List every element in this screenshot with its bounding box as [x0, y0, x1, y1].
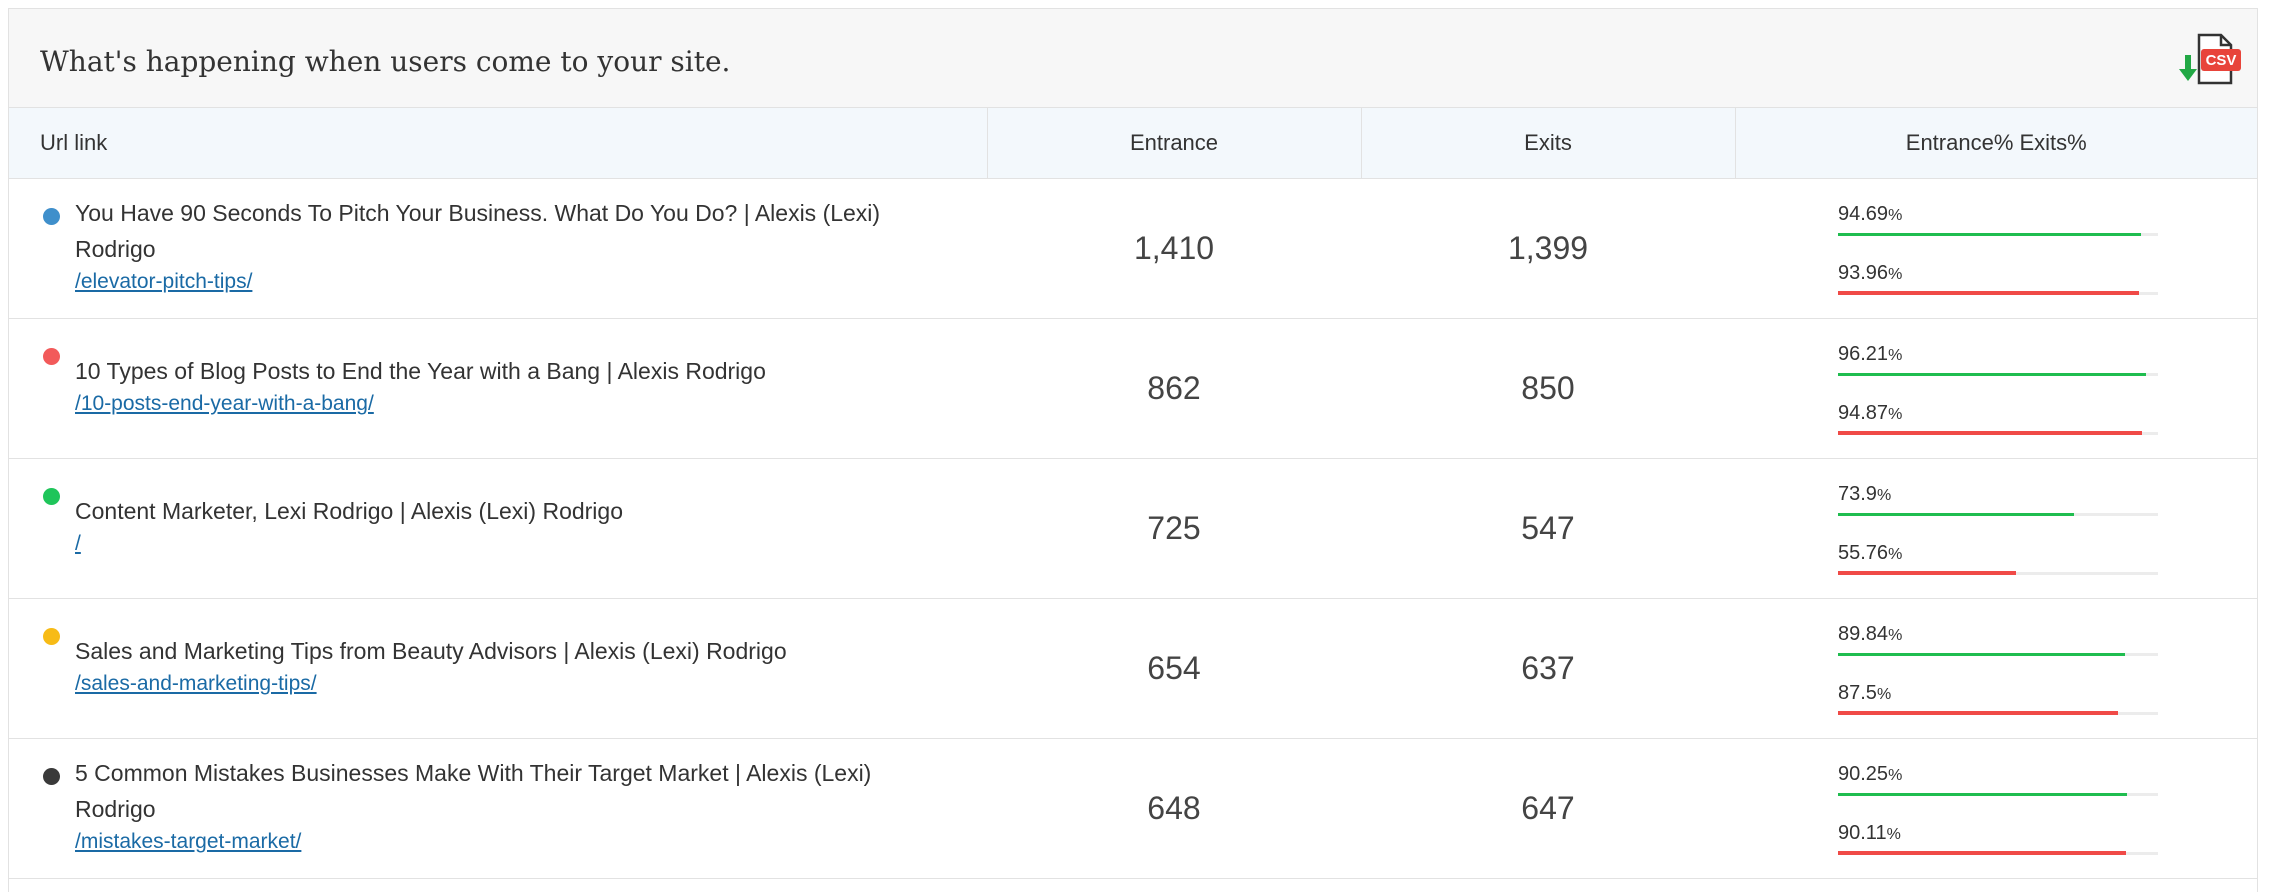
entrance-pct-bar: [1838, 373, 2158, 376]
entrance-pct-label: 90.25%: [1838, 763, 1903, 785]
col-header-pct[interactable]: Entrance% Exits%: [1735, 108, 2257, 179]
exits-pct-fill: [1838, 291, 2139, 295]
csv-download-icon: CSV: [2179, 33, 2241, 85]
page-title: You Have 90 Seconds To Pitch Your Busine…: [75, 200, 881, 262]
pct-symbol: %: [1888, 347, 1903, 364]
exits-pct-fill: [1838, 851, 2127, 855]
url-cell: 10 Types of Blog Posts to End the Year w…: [9, 318, 987, 459]
entrance-pct-fill: [1838, 653, 2126, 656]
exits-pct-fill: [1838, 571, 2017, 575]
page-link[interactable]: /: [75, 529, 81, 559]
pct-cell: 94.69% 93.96%: [1735, 178, 2257, 319]
pages-table: Url link Entrance Exits Entrance% Exits%…: [9, 108, 2257, 879]
pct-cell: 73.9% 55.76%: [1735, 458, 2257, 599]
table-row: 5 Common Mistakes Businesses Make With T…: [9, 738, 2257, 879]
exits-value: 637: [1361, 598, 1735, 739]
pct-symbol: %: [1888, 266, 1903, 283]
row-color-dot: [43, 207, 60, 225]
col-header-exits[interactable]: Exits: [1361, 108, 1736, 179]
pct-symbol: %: [1888, 767, 1903, 784]
entrance-value: 725: [987, 458, 1361, 599]
table-row: 10 Types of Blog Posts to End the Year w…: [9, 318, 2257, 459]
entrance-pct-bar: [1838, 513, 2158, 516]
entrance-pct-label: 89.84%: [1838, 623, 1903, 645]
exits-value: 647: [1361, 738, 1735, 879]
entrance-pct-fill: [1838, 233, 2141, 236]
entrance-value: 1,410: [987, 178, 1361, 319]
top-pages-panel: What's happening when users come to your…: [8, 8, 2258, 892]
exits-pct-bar: [1838, 431, 2158, 435]
row-color-dot: [43, 347, 60, 365]
exits-pct-label: 94.87%: [1838, 402, 1903, 424]
panel-header: What's happening when users come to your…: [9, 9, 2257, 108]
csv-download-button[interactable]: CSV: [2175, 29, 2247, 89]
pct-symbol: %: [1888, 627, 1903, 644]
row-color-dot: [43, 627, 60, 645]
pct-symbol: %: [1876, 686, 1892, 703]
col-header-entrance[interactable]: Entrance: [987, 108, 1362, 179]
page-title: Content Marketer, Lexi Rodrigo | Alexis …: [75, 498, 624, 524]
page-title: Sales and Marketing Tips from Beauty Adv…: [75, 638, 787, 664]
page-title: 5 Common Mistakes Businesses Make With T…: [75, 760, 872, 822]
row-color-dot: [43, 767, 60, 785]
exits-value: 547: [1361, 458, 1735, 599]
exits-value: 850: [1361, 318, 1735, 459]
url-cell: You Have 90 Seconds To Pitch Your Busine…: [9, 178, 987, 319]
pct-symbol: %: [1888, 546, 1903, 563]
entrance-pct-label: 96.21%: [1838, 343, 1903, 365]
pct-symbol: %: [1888, 207, 1903, 224]
exits-pct-bar: [1838, 571, 2158, 575]
table-row: Sales and Marketing Tips from Beauty Adv…: [9, 598, 2257, 739]
url-cell: Sales and Marketing Tips from Beauty Adv…: [9, 598, 987, 739]
entrance-pct-label: 73.9%: [1838, 483, 1892, 505]
table-row: You Have 90 Seconds To Pitch Your Busine…: [9, 178, 2257, 319]
exits-pct-label: 90.11%: [1838, 822, 1901, 844]
page-link[interactable]: /10-posts-end-year-with-a-bang/: [75, 389, 374, 419]
url-cell: Content Marketer, Lexi Rodrigo | Alexis …: [9, 458, 987, 599]
entrance-pct-bar: [1838, 653, 2158, 656]
exits-pct-fill: [1838, 711, 2118, 715]
pct-symbol: %: [1876, 487, 1892, 504]
col-header-url[interactable]: Url link: [9, 108, 988, 179]
entrance-pct-fill: [1838, 373, 2146, 376]
exits-pct-fill: [1838, 431, 2142, 435]
exits-value: 1,399: [1361, 178, 1735, 319]
url-cell: 5 Common Mistakes Businesses Make With T…: [9, 738, 987, 879]
entrance-pct-fill: [1838, 513, 2075, 516]
entrance-pct-bar: [1838, 233, 2158, 236]
pct-symbol: %: [1886, 826, 1901, 843]
exits-pct-label: 93.96%: [1838, 262, 1903, 284]
page-link[interactable]: /mistakes-target-market/: [75, 827, 301, 857]
pct-cell: 96.21% 94.87%: [1735, 318, 2257, 459]
entrance-pct-fill: [1838, 793, 2127, 796]
table-header-row: Url link Entrance Exits Entrance% Exits%: [9, 108, 2257, 179]
page-link[interactable]: /sales-and-marketing-tips/: [75, 669, 317, 699]
exits-pct-bar: [1838, 851, 2158, 855]
page-link[interactable]: /elevator-pitch-tips/: [75, 267, 252, 297]
entrance-value: 862: [987, 318, 1361, 459]
pct-cell: 89.84% 87.5%: [1735, 598, 2257, 739]
row-color-dot: [43, 487, 60, 505]
pct-symbol: %: [1888, 406, 1903, 423]
page-title: 10 Types of Blog Posts to End the Year w…: [75, 358, 766, 384]
entrance-value: 654: [987, 598, 1361, 739]
exits-pct-bar: [1838, 291, 2158, 295]
entrance-value: 648: [987, 738, 1361, 879]
csv-label: CSV: [2206, 52, 2237, 69]
exits-pct-bar: [1838, 711, 2158, 715]
table-row: Content Marketer, Lexi Rodrigo | Alexis …: [9, 458, 2257, 599]
exits-pct-label: 55.76%: [1838, 542, 1903, 564]
exits-pct-label: 87.5%: [1838, 682, 1892, 704]
panel-title: What's happening when users come to your…: [40, 45, 731, 78]
entrance-pct-label: 94.69%: [1838, 203, 1903, 225]
pct-cell: 90.25% 90.11%: [1735, 738, 2257, 879]
entrance-pct-bar: [1838, 793, 2158, 796]
